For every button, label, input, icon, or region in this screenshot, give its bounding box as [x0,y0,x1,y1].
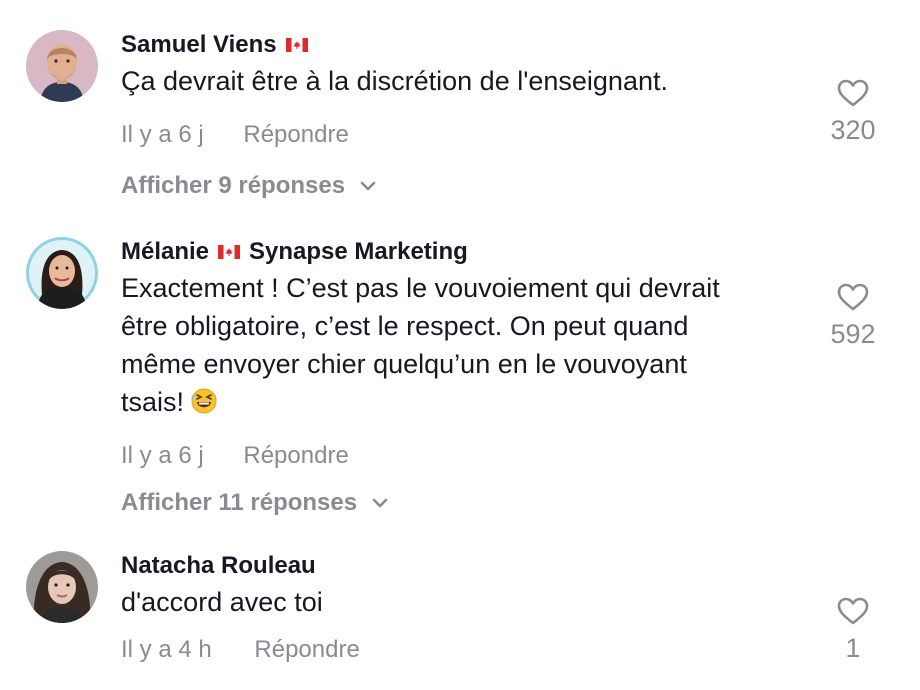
comment-body: Samuel Viens Ça devrait être à la discré… [121,28,801,203]
comment-text: Exactement ! C’est pas le vouvoiement qu… [121,269,801,421]
reply-button[interactable]: Répondre [254,633,359,667]
comment-text-line: même envoyer chier quelqu’un en le vouvo… [121,349,687,379]
like-control: 592 [820,282,886,350]
comment-meta: Il y a 4 h Répondre [121,633,801,667]
author-name[interactable]: Samuel Viens [121,28,277,62]
author-name[interactable]: Natacha Rouleau [121,549,316,583]
like-control: 320 [820,78,886,146]
comment-text-line: Exactement ! C’est pas le vouvoiement qu… [121,273,720,303]
comment-body: Natacha Rouleau d'accord avec toi Il y a… [121,549,801,667]
like-control: 1 [820,596,886,664]
comment-author[interactable]: Mélanie Synapse Marketing [121,235,801,269]
view-replies-label: Afficher 11 réponses [121,489,358,516]
comment-body: Mélanie Synapse Marketing Exactement ! C… [121,235,801,520]
comment-text-line: tsais! [121,383,801,421]
like-count: 320 [830,115,876,145]
canada-flag-icon [218,245,241,259]
like-count: 1 [845,633,861,663]
avatar[interactable] [26,237,98,309]
reply-button[interactable]: Répondre [243,439,348,473]
comment-text: Ça devrait être à la discrétion de l'ens… [121,66,668,96]
heart-icon[interactable] [836,282,870,312]
view-replies-button[interactable]: Afficher 9 réponses [121,169,801,203]
comment-text-line: être obligatoire, c’est le respect. On p… [121,311,689,341]
reply-button[interactable]: Répondre [243,118,348,152]
view-replies-button[interactable]: Afficher 11 réponses [121,486,801,520]
comment-time: Il y a 6 j [121,442,204,469]
view-replies-label: Afficher 9 réponses [121,172,346,199]
canada-flag-icon [285,38,308,52]
chevron-down-icon [359,180,377,192]
author-name[interactable]: Mélanie [121,235,209,269]
comment-meta: Il y a 6 j Répondre [121,439,801,473]
comment-meta: Il y a 6 j Répondre [121,118,801,152]
comment-text: d'accord avec toi [121,587,323,617]
avatar[interactable] [26,551,98,623]
comment-list: Samuel Viens Ça devrait être à la discré… [0,0,920,690]
heart-icon[interactable] [836,78,870,108]
heart-icon[interactable] [836,596,870,626]
comment-time: Il y a 4 h [121,636,212,663]
comment-author[interactable]: Samuel Viens [121,28,801,62]
rolling-laughing-emoji [190,387,218,415]
author-affiliation: Synapse Marketing [249,238,468,265]
comment-author[interactable]: Natacha Rouleau [121,549,801,583]
avatar[interactable] [26,30,98,102]
chevron-down-icon [371,497,389,509]
like-count: 592 [830,319,876,349]
comment-time: Il y a 6 j [121,121,204,148]
